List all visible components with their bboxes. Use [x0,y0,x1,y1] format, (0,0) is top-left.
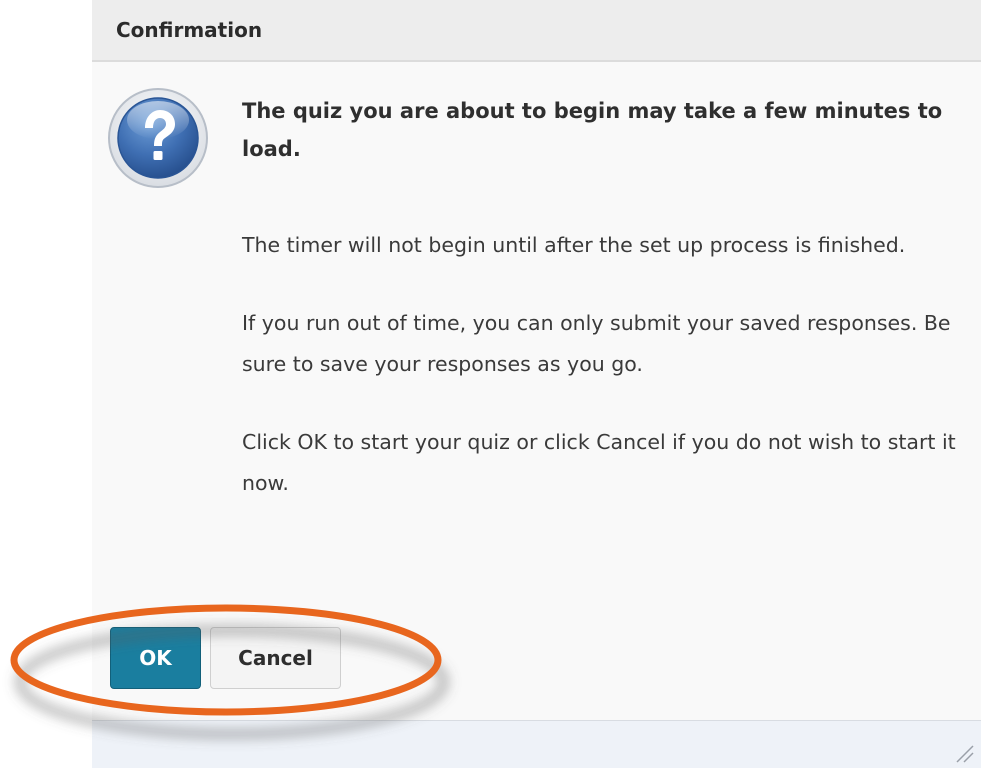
question-icon [108,88,208,188]
dialog-title: Confirmation [116,18,263,42]
message-instructions: Click OK to start your quiz or click Can… [242,430,956,495]
dialog-header: Confirmation [92,0,981,62]
message-time-warning: If you run out of time, you can only sub… [242,311,951,376]
resize-grip-icon[interactable] [951,740,975,764]
ok-button[interactable]: OK [110,627,201,689]
message-heading: The quiz you are about to begin may take… [242,99,943,161]
dialog-message: The quiz you are about to begin may take… [242,92,967,504]
message-timer-note: The timer will not begin until after the… [242,233,906,257]
dialog-footer [92,721,981,768]
cancel-button[interactable]: Cancel [210,627,341,689]
